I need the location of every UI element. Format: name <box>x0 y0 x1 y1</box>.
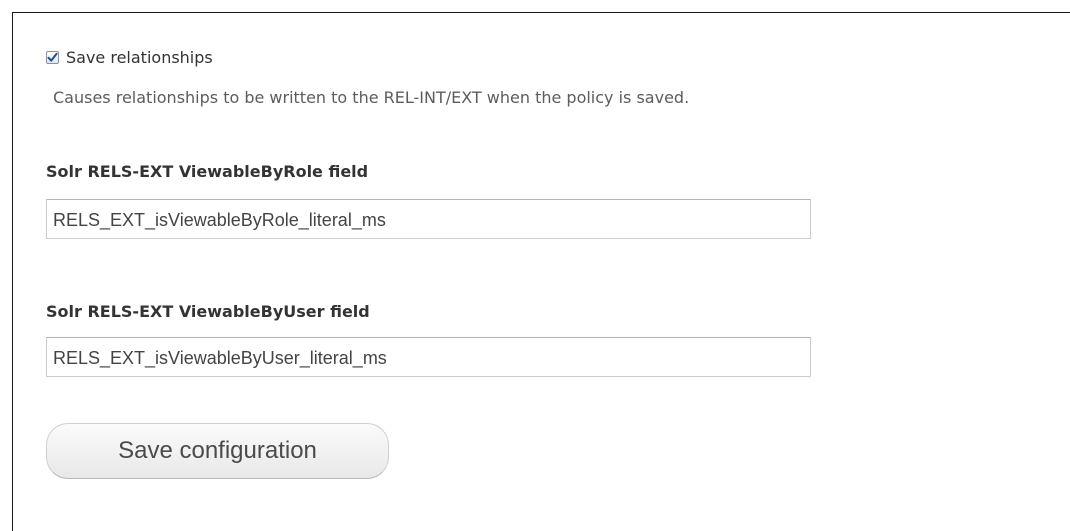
checkmark-icon <box>47 52 58 62</box>
form-frame: Save relationships Causes relationships … <box>12 12 1070 531</box>
save-relationships-checkbox[interactable] <box>46 50 59 64</box>
viewable-by-role-label: Solr RELS-EXT ViewableByRole field <box>46 162 369 181</box>
save-relationships-row: Save relationships <box>46 45 213 69</box>
viewable-by-user-input[interactable] <box>46 337 811 377</box>
save-relationships-label[interactable]: Save relationships <box>66 48 213 67</box>
viewable-by-user-label: Solr RELS-EXT ViewableByUser field <box>46 302 370 321</box>
save-configuration-button[interactable]: Save configuration <box>46 423 389 479</box>
viewable-by-role-input[interactable] <box>46 199 811 239</box>
save-relationships-description: Causes relationships to be written to th… <box>53 88 690 107</box>
